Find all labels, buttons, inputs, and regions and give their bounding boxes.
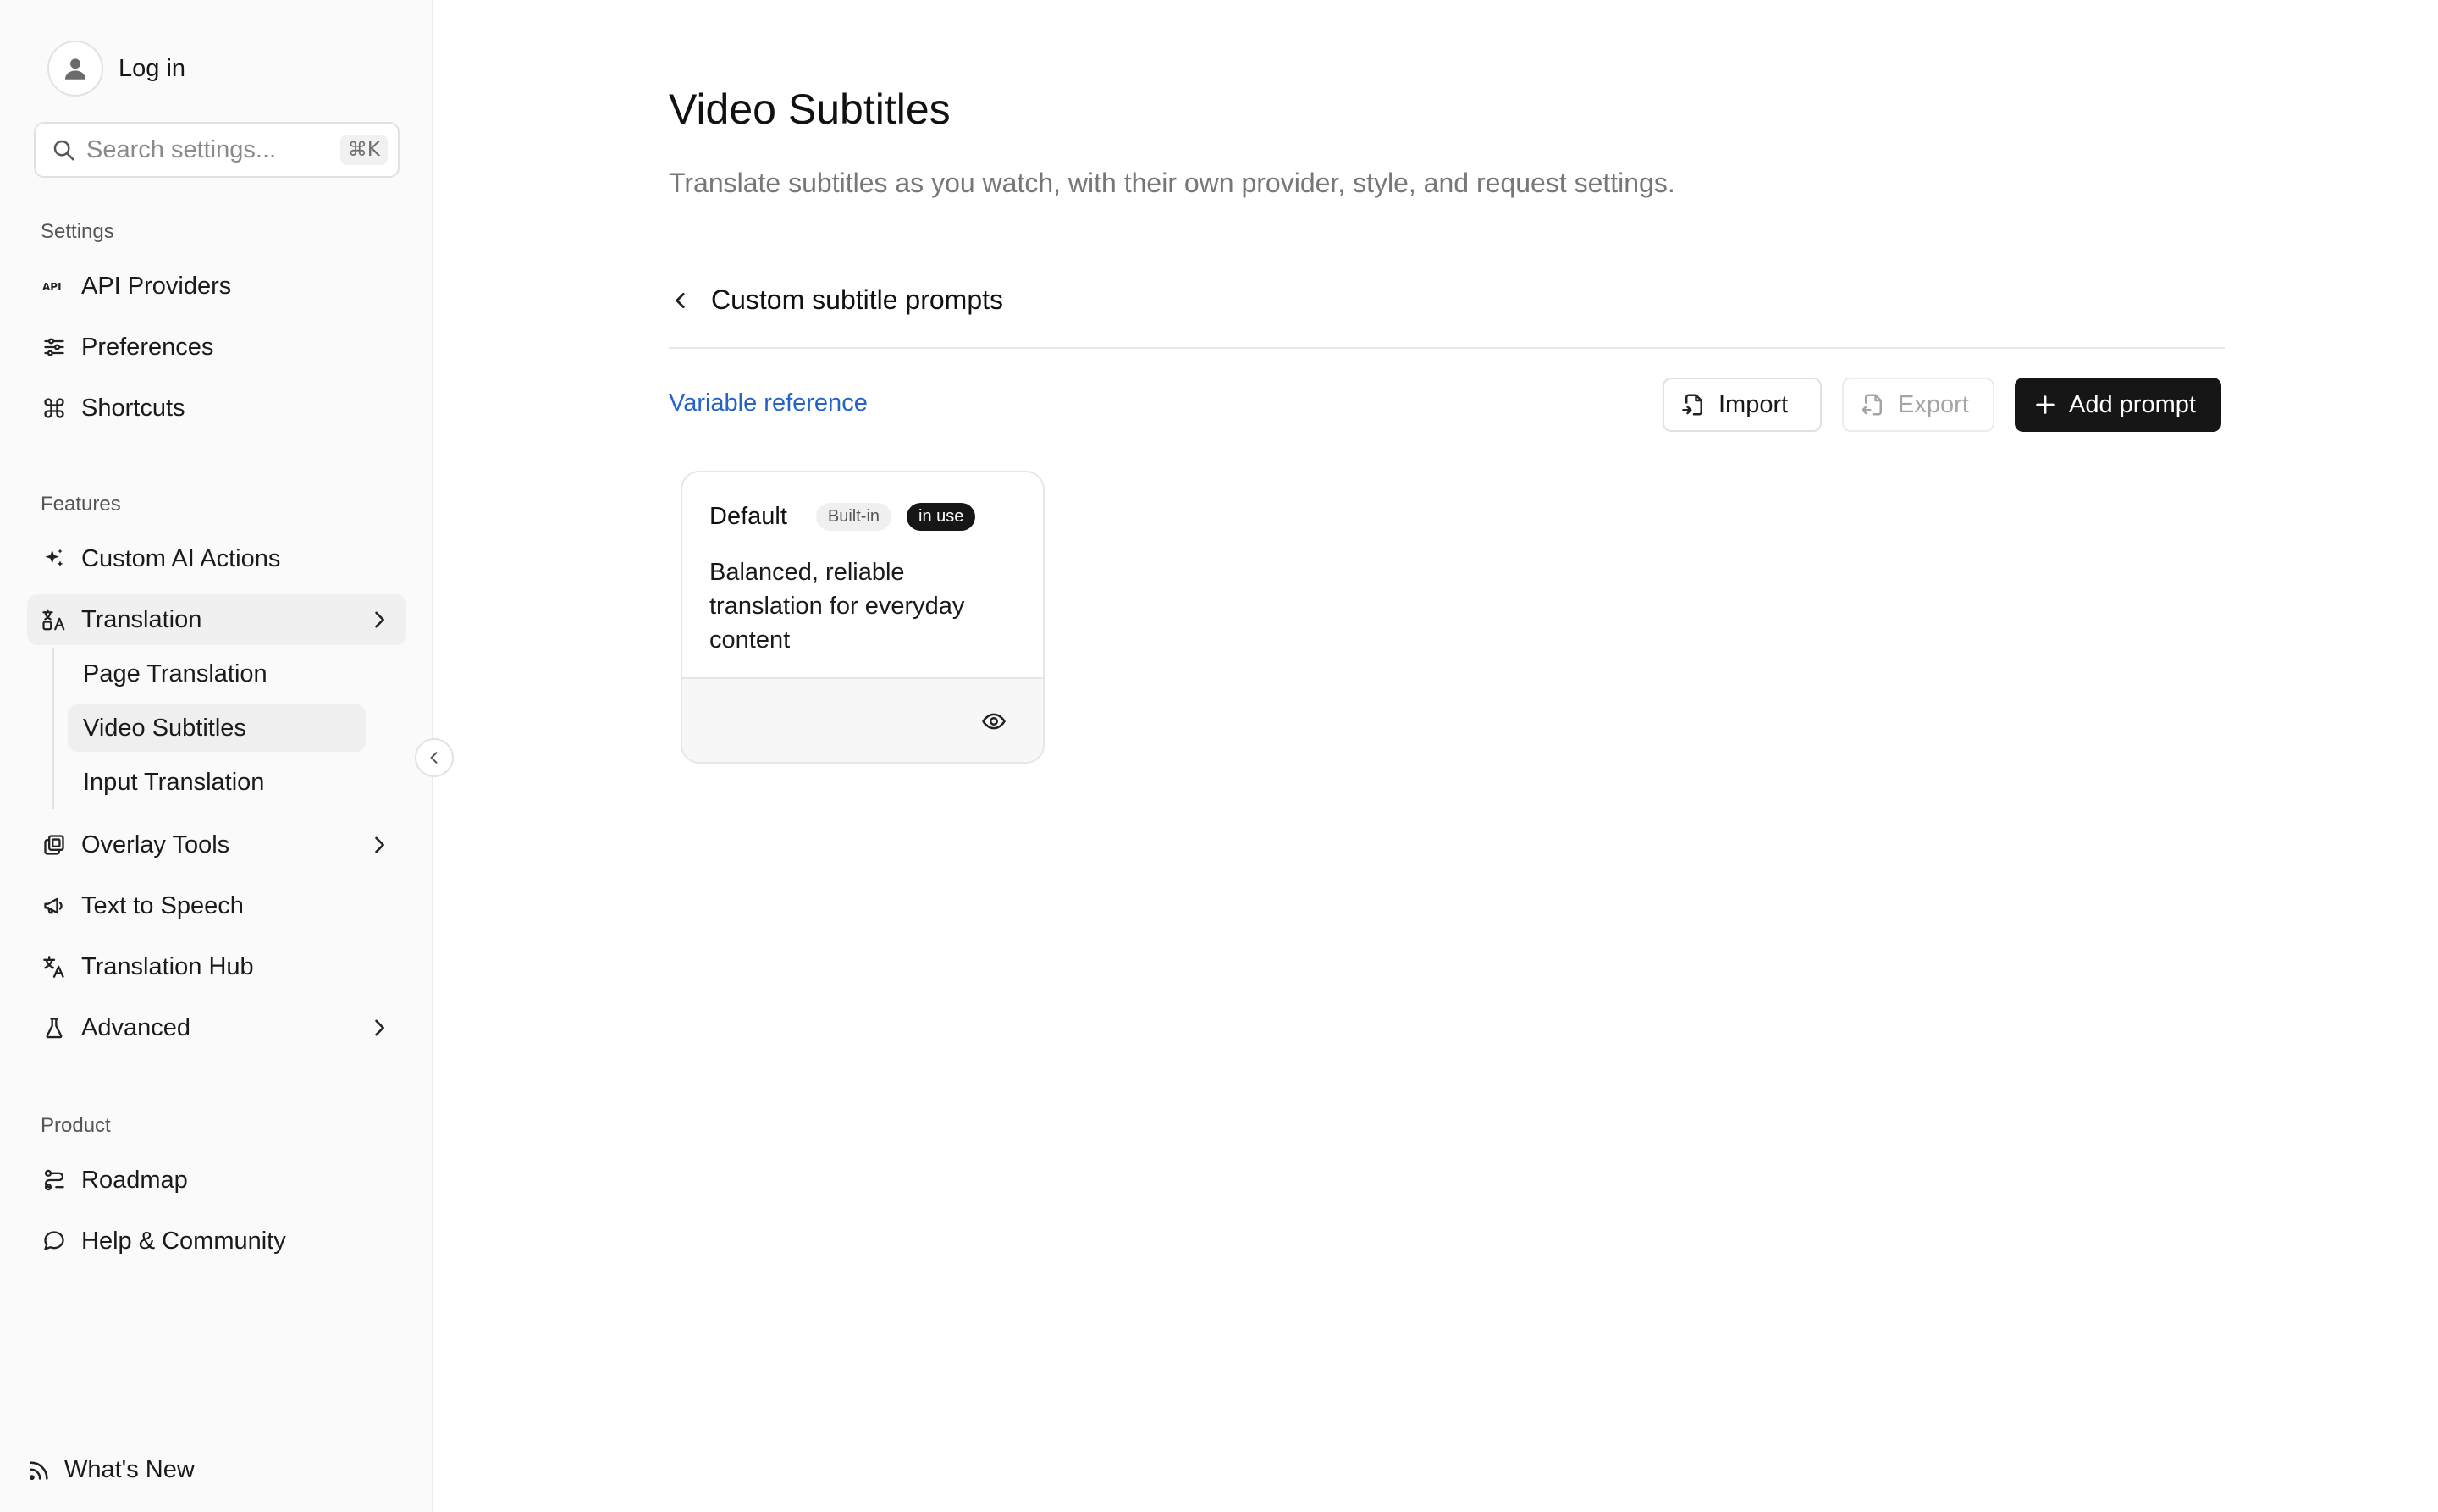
sidebar-item-label: Roadmap [81,1166,188,1194]
import-button[interactable]: Import [1663,378,1822,432]
sidebar-item-label: Preferences [81,333,214,361]
language-icon [41,953,68,980]
sidebar-item-label: Shortcuts [81,394,185,422]
prompt-card-footer [682,677,1043,762]
page-subtitle: Translate subtitles as you watch, with t… [669,168,1675,198]
command-icon [41,395,68,422]
section-title-features: Features [41,493,121,516]
chevron-left-icon [426,749,443,766]
variable-reference-link[interactable]: Variable reference [669,389,868,417]
search-box[interactable]: ⌘K [34,122,400,178]
sidebar-item-preferences[interactable]: Preferences [27,322,406,372]
sidebar-item-label: Overlay Tools [81,830,230,858]
sidebar-item-translation[interactable]: Translation [27,594,406,645]
search-input[interactable] [86,135,340,164]
prompt-card-header: Default Built-in in use [709,503,976,531]
sidebar-item-label: Text to Speech [81,891,244,919]
chevron-right-icon [367,608,391,632]
sidebar-item-label: Help & Community [81,1227,286,1255]
megaphone-icon [41,892,68,919]
sidebar-subitem-video-subtitles[interactable]: Video Subtitles [68,704,366,752]
overlay-icon [41,831,68,858]
add-prompt-label: Add prompt [2069,390,2196,418]
eye-icon [981,709,1007,734]
sidebar-item-label: Custom AI Actions [81,544,281,572]
submenu-guide-line [52,648,54,809]
sidebar-item-label: Advanced [81,1013,190,1041]
sidebar-item-text-to-speech[interactable]: Text to Speech [27,880,406,931]
whats-new-link[interactable]: What's New [27,1456,195,1484]
sidebar-item-roadmap[interactable]: Roadmap [27,1155,406,1206]
collapse-sidebar-button[interactable] [415,738,454,777]
chat-icon [41,1228,68,1255]
add-prompt-button[interactable]: Add prompt [2015,378,2221,432]
svg-text:API: API [42,281,62,293]
search-shortcut-badge: ⌘K [339,135,388,165]
sidebar-item-api-providers[interactable]: API API Providers [27,261,406,312]
chevron-right-icon [367,1016,391,1040]
search-icon [51,137,76,163]
route-icon [41,1167,68,1194]
sidebar-item-label: Translation Hub [81,952,254,980]
sidebar-item-translation-hub[interactable]: Translation Hub [27,941,406,992]
file-export-icon [1861,392,1886,417]
sliders-icon [41,334,68,361]
sidebar-item-shortcuts[interactable]: Shortcuts [27,383,406,433]
sidebar-item-help-community[interactable]: Help & Community [27,1216,406,1266]
export-button[interactable]: Export [1842,378,1994,432]
import-label: Import [1718,390,1789,418]
sidebar-subitem-input-translation[interactable]: Input Translation [68,759,366,806]
section-title-settings: Settings [41,220,114,243]
sparkles-icon [41,545,68,572]
prompt-card-description: Balanced, reliable translation for every… [709,559,965,654]
built-in-badge: Built-in [815,503,892,531]
in-use-badge: in use [907,503,976,531]
login-label: Log in [119,54,186,82]
user-icon [47,41,103,97]
back-button[interactable] [669,289,692,312]
rss-icon [27,1459,51,1482]
export-label: Export [1898,390,1969,418]
api-icon: API [41,273,68,300]
section-title-product: Product [41,1114,111,1137]
section-header: Custom subtitle prompts [669,284,1003,316]
sidebar-item-custom-ai-actions[interactable]: Custom AI Actions [27,533,406,584]
whats-new-label: What's New [64,1456,195,1483]
prompt-card[interactable]: Default Built-in in use Balanced, reliab… [681,471,1045,764]
sidebar-item-overlay-tools[interactable]: Overlay Tools [27,819,406,870]
sidebar-subitem-page-translation[interactable]: Page Translation [68,650,366,698]
page-title: Video Subtitles [669,86,951,133]
sidebar-item-label: Translation [81,605,202,633]
view-prompt-button[interactable] [979,706,1009,737]
chevron-right-icon [367,833,391,857]
translate-icon [41,606,68,633]
sidebar-item-advanced[interactable]: Advanced [27,1002,406,1053]
flask-icon [41,1014,68,1041]
prompt-card-title: Default [709,503,787,530]
section-heading: Custom subtitle prompts [711,284,1004,315]
login-button[interactable]: Log in [47,41,185,97]
plus-icon [2033,393,2057,417]
sidebar-item-label: API Providers [81,272,232,300]
sidebar: Log in ⌘K Settings API API Providers Pre… [0,0,433,1512]
file-import-icon [1681,392,1707,417]
divider [669,347,2225,349]
